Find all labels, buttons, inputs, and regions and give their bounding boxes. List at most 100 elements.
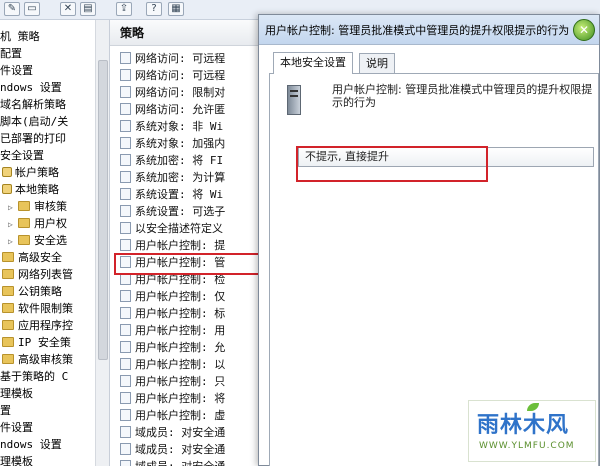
policy-row[interactable]: 网络访问: 可远程 (110, 67, 260, 84)
policy-row[interactable]: 系统对象: 加强内 (110, 135, 260, 152)
tree-scrollbar-thumb[interactable] (98, 60, 108, 360)
folder-icon (2, 252, 14, 262)
tree-item[interactable]: 已部署的打印 (0, 130, 66, 147)
tree-item[interactable]: 高级审核策 (2, 351, 73, 368)
tree-item[interactable]: 件设置 (0, 62, 33, 79)
policy-row[interactable]: 以安全描述符定义 (110, 220, 260, 237)
tree-item-label: 审核策 (34, 200, 67, 213)
policy-row[interactable]: 系统加密: 为计算 (110, 169, 260, 186)
policy-column-header[interactable]: 策略 (110, 20, 260, 46)
delete-icon[interactable]: ✕ (60, 2, 76, 16)
policy-row[interactable]: 用户帐户控制: 用 (110, 322, 260, 339)
tree-item[interactable]: 基于策略的 C (0, 368, 68, 385)
policy-document-icon (120, 239, 131, 251)
expand-arrow-icon[interactable]: ▷ (8, 216, 16, 233)
tree-item[interactable]: IP 安全策 (2, 334, 71, 351)
policy-document-icon (120, 69, 131, 81)
tree-item[interactable]: 理模板 (0, 385, 33, 402)
document-icon[interactable]: ▭ (24, 2, 40, 16)
tree-item[interactable]: ndows 设置 (0, 79, 62, 96)
policy-row[interactable]: 用户帐户控制: 允 (110, 339, 260, 356)
tree-item[interactable]: 机 策略 (0, 28, 40, 45)
policy-document-icon (120, 375, 131, 387)
tab-explain[interactable]: 说明 (359, 53, 395, 73)
policy-row-label: 以安全描述符定义 (135, 222, 223, 235)
policy-row-label: 用户帐户控制: 用 (135, 324, 226, 337)
export-icon[interactable]: ⇪ (116, 2, 132, 16)
close-icon[interactable]: ✕ (573, 19, 595, 41)
tree-item[interactable]: 安全设置 (0, 147, 44, 164)
tree-item[interactable]: 本地策略 (2, 181, 59, 198)
policy-document-icon (120, 307, 131, 319)
tree-item[interactable]: 域名解析策略 (0, 96, 66, 113)
tree-item-label: 理模板 (0, 455, 33, 466)
policy-row-label: 用户帐户控制: 标 (135, 307, 226, 320)
policy-row[interactable]: 域成员: 对安全通 (110, 441, 260, 458)
policy-row[interactable]: 域成员: 对安全通 (110, 458, 260, 466)
policy-row[interactable]: 系统设置: 将 Wi (110, 186, 260, 203)
tab-local-security-setting[interactable]: 本地安全设置 (273, 52, 353, 74)
policy-row[interactable]: 用户帐户控制: 只 (110, 373, 260, 390)
properties-icon[interactable]: ▤ (80, 2, 96, 16)
tree-item[interactable]: 帐户策略 (2, 164, 59, 181)
view-icon[interactable]: ▦ (168, 2, 184, 16)
tree-item[interactable]: 配置 (0, 45, 22, 62)
dialog-titlebar[interactable]: 用户帐户控制: 管理员批准模式中管理员的提升权限提示的行为 ✕ (259, 15, 599, 45)
policy-row-label: 用户帐户控制: 将 (135, 392, 226, 405)
policy-row[interactable]: 网络访问: 可远程 (110, 50, 260, 67)
policy-row[interactable]: 用户帐户控制: 标 (110, 305, 260, 322)
policy-row[interactable]: 用户帐户控制: 虚 (110, 407, 260, 424)
policy-row[interactable]: 用户帐户控制: 以 (110, 356, 260, 373)
tree-item[interactable]: 高级安全 (2, 249, 62, 266)
policy-row-label: 用户帐户控制: 虚 (135, 409, 226, 422)
policy-row[interactable]: 域成员: 对安全通 (110, 424, 260, 441)
tree-item[interactable]: ▷ 用户权 (8, 215, 67, 232)
policy-row-label: 网络访问: 限制对 (135, 86, 226, 99)
tree-item-label: ndows 设置 (0, 81, 62, 94)
selected-value-highlight (296, 146, 488, 182)
tree-item[interactable]: 软件限制策 (2, 300, 73, 317)
policy-row-label: 用户帐户控制: 以 (135, 358, 226, 371)
tree-item[interactable]: 理模板 (0, 453, 33, 466)
expand-arrow-icon[interactable]: ▷ (8, 199, 16, 216)
policy-document-icon (120, 290, 131, 302)
policy-row-label: 系统设置: 可选子 (135, 205, 226, 218)
expand-arrow-icon[interactable]: ▷ (8, 233, 16, 250)
edit-icon[interactable]: ✎ (4, 2, 20, 16)
policy-document-icon (120, 188, 131, 200)
policy-row[interactable]: 系统设置: 可选子 (110, 203, 260, 220)
policy-row[interactable]: 用户帐户控制: 仅 (110, 288, 260, 305)
policy-document-icon (120, 103, 131, 115)
policy-row-label: 用户帐户控制: 仅 (135, 290, 226, 303)
tree-item-label: 安全选 (34, 234, 67, 247)
tree-item[interactable]: 网络列表管 (2, 266, 73, 283)
lock-icon (2, 167, 12, 177)
policy-row[interactable]: 系统加密: 将 FI (110, 152, 260, 169)
tree-item[interactable]: 件设置 (0, 419, 33, 436)
policy-row[interactable]: 用户帐户控制: 将 (110, 390, 260, 407)
policy-document-icon (120, 171, 131, 183)
tree-item[interactable]: 公钥策略 (2, 283, 62, 300)
tree-item[interactable]: 脚本(启动/关 (0, 113, 68, 130)
policy-row-label: 域成员: 对安全通 (135, 443, 226, 456)
folder-icon (2, 286, 14, 296)
tree-scrollbar[interactable] (95, 20, 109, 466)
policy-row-label: 网络访问: 允许匿 (135, 103, 226, 116)
folder-icon (18, 201, 30, 211)
policy-document-icon (120, 205, 131, 217)
tree-item[interactable]: 应用程序控 (2, 317, 73, 334)
help-icon[interactable]: ? (146, 2, 162, 16)
tree-item-label: 帐户策略 (15, 166, 59, 179)
tree-item[interactable]: ▷ 安全选 (8, 232, 67, 249)
policy-row[interactable]: 网络访问: 限制对 (110, 84, 260, 101)
policy-row[interactable]: 网络访问: 允许匿 (110, 101, 260, 118)
policy-document-icon (120, 460, 131, 466)
tree-item-label: ndows 设置 (0, 438, 62, 451)
policy-row[interactable]: 系统对象: 非 Wi (110, 118, 260, 135)
policy-document-icon (120, 120, 131, 132)
tree-item[interactable]: 置 (0, 402, 11, 419)
policy-row[interactable]: 用户帐户控制: 提 (110, 237, 260, 254)
policy-document-icon (120, 324, 131, 336)
tree-item[interactable]: ndows 设置 (0, 436, 62, 453)
tree-item[interactable]: ▷ 审核策 (8, 198, 67, 215)
